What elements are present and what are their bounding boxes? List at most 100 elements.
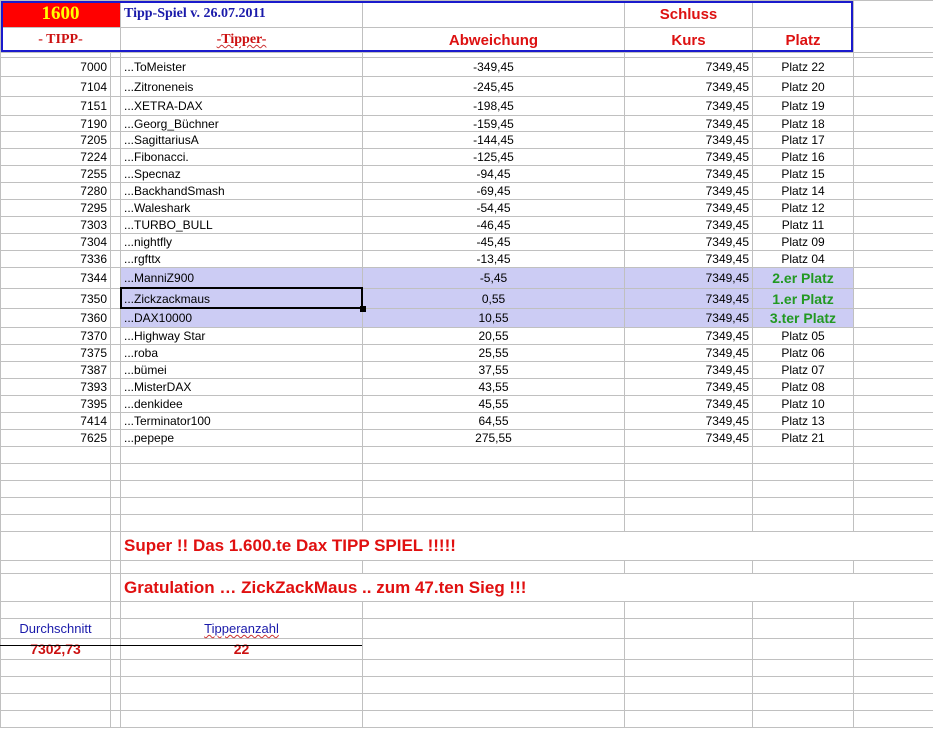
abweichung-cell[interactable]: 20,55: [362, 327, 625, 345]
tipper-cell[interactable]: ...rgfttx: [120, 250, 363, 268]
kurs-cell[interactable]: 7349,45: [624, 199, 753, 217]
kurs-cell[interactable]: 7349,45: [624, 182, 753, 200]
spacer-cell[interactable]: [110, 76, 121, 97]
cell[interactable]: [853, 361, 933, 379]
cell[interactable]: [853, 497, 933, 515]
platz-cell[interactable]: 2.er Platz: [752, 267, 854, 289]
tipp-cell[interactable]: 7336: [0, 250, 111, 268]
cell[interactable]: [0, 676, 111, 694]
spacer-cell[interactable]: [110, 378, 121, 396]
header-tipp[interactable]: - TIPP-: [0, 27, 121, 53]
platz-cell[interactable]: Platz 19: [752, 96, 854, 116]
cell[interactable]: [624, 497, 753, 515]
spacer-cell[interactable]: [110, 308, 121, 328]
spacer-cell[interactable]: [110, 250, 121, 268]
tipp-cell[interactable]: 7344: [0, 267, 111, 289]
kurs-cell[interactable]: 7349,45: [624, 216, 753, 234]
cell[interactable]: [752, 446, 854, 464]
platz-cell[interactable]: Platz 12: [752, 199, 854, 217]
tipp-cell[interactable]: 7395: [0, 395, 111, 413]
tipp-cell[interactable]: 7303: [0, 216, 111, 234]
tipp-cell[interactable]: 7000: [0, 57, 111, 77]
cell[interactable]: [110, 497, 121, 515]
platz-cell[interactable]: Platz 08: [752, 378, 854, 396]
tipper-cell[interactable]: ...BackhandSmash: [120, 182, 363, 200]
spacer-cell[interactable]: [110, 57, 121, 77]
cell[interactable]: [624, 446, 753, 464]
cell[interactable]: [853, 131, 933, 149]
cell[interactable]: [110, 710, 121, 728]
kurs-cell[interactable]: 7349,45: [624, 288, 753, 309]
cell[interactable]: [120, 601, 363, 619]
cell[interactable]: [110, 676, 121, 694]
cell[interactable]: [624, 601, 753, 619]
message-line-2[interactable]: Gratulation … ZickZackMaus .. zum 47.ten…: [120, 573, 933, 602]
cell[interactable]: [624, 659, 753, 677]
kurs-cell[interactable]: 7349,45: [624, 308, 753, 328]
platz-cell[interactable]: 3.ter Platz: [752, 308, 854, 328]
spacer-cell[interactable]: [110, 216, 121, 234]
tipp-cell[interactable]: 7205: [0, 131, 111, 149]
cell[interactable]: [853, 288, 933, 309]
spacer-cell[interactable]: [110, 182, 121, 200]
cell[interactable]: [624, 463, 753, 481]
abweichung-cell[interactable]: 275,55: [362, 429, 625, 447]
tipper-cell[interactable]: ...Highway Star: [120, 327, 363, 345]
cell[interactable]: [752, 638, 854, 660]
tipp-cell[interactable]: 7151: [0, 96, 111, 116]
abweichung-cell[interactable]: 25,55: [362, 344, 625, 362]
cell[interactable]: [752, 514, 854, 532]
tipper-cell[interactable]: ...pepepe: [120, 429, 363, 447]
platz-cell[interactable]: Platz 07: [752, 361, 854, 379]
cell[interactable]: [110, 463, 121, 481]
cell[interactable]: [853, 57, 933, 77]
cell[interactable]: [0, 710, 111, 728]
cell[interactable]: [362, 638, 625, 660]
cell[interactable]: [752, 693, 854, 711]
kurs-cell[interactable]: 7349,45: [624, 378, 753, 396]
kurs-cell[interactable]: 7349,45: [624, 327, 753, 345]
kurs-cell[interactable]: 7349,45: [624, 57, 753, 77]
message-line-1[interactable]: Super !! Das 1.600.te Dax TIPP SPIEL !!!…: [120, 531, 933, 561]
cell[interactable]: [853, 601, 933, 619]
cell[interactable]: [0, 601, 111, 619]
cell[interactable]: [624, 638, 753, 660]
cell[interactable]: [853, 344, 933, 362]
fill-handle[interactable]: [360, 306, 366, 312]
tipper-cell[interactable]: ...Waleshark: [120, 199, 363, 217]
cell[interactable]: [110, 480, 121, 498]
tipp-cell[interactable]: 7360: [0, 308, 111, 328]
average-label[interactable]: Durchschnitt: [0, 618, 111, 639]
cell[interactable]: [362, 676, 625, 694]
cell[interactable]: [853, 676, 933, 694]
abweichung-cell[interactable]: 45,55: [362, 395, 625, 413]
cell[interactable]: [120, 659, 363, 677]
abweichung-cell[interactable]: -349,45: [362, 57, 625, 77]
cell[interactable]: [120, 514, 363, 532]
tipper-cell[interactable]: ...ToMeister: [120, 57, 363, 77]
cell[interactable]: [752, 618, 854, 639]
cell[interactable]: [120, 693, 363, 711]
tipp-cell[interactable]: 7414: [0, 412, 111, 430]
kurs-cell[interactable]: 7349,45: [624, 429, 753, 447]
tipper-cell[interactable]: ...Specnaz: [120, 165, 363, 183]
cell[interactable]: [362, 514, 625, 532]
cell[interactable]: [853, 514, 933, 532]
abweichung-cell[interactable]: -13,45: [362, 250, 625, 268]
spacer-cell[interactable]: [110, 199, 121, 217]
count-label-cell[interactable]: Tipperanzahl: [120, 618, 363, 639]
cell[interactable]: [0, 560, 111, 574]
cell[interactable]: [853, 115, 933, 132]
spacer-cell[interactable]: [110, 131, 121, 149]
platz-cell[interactable]: Platz 14: [752, 182, 854, 200]
cell[interactable]: [853, 148, 933, 166]
tipp-number-cell[interactable]: 1600: [0, 0, 121, 28]
cell[interactable]: [853, 0, 933, 28]
cell[interactable]: [853, 233, 933, 251]
cell[interactable]: [752, 463, 854, 481]
kurs-cell[interactable]: 7349,45: [624, 233, 753, 251]
abweichung-cell[interactable]: -125,45: [362, 148, 625, 166]
abweichung-cell[interactable]: -5,45: [362, 267, 625, 289]
spacer-cell[interactable]: [110, 96, 121, 116]
abweichung-cell[interactable]: -94,45: [362, 165, 625, 183]
